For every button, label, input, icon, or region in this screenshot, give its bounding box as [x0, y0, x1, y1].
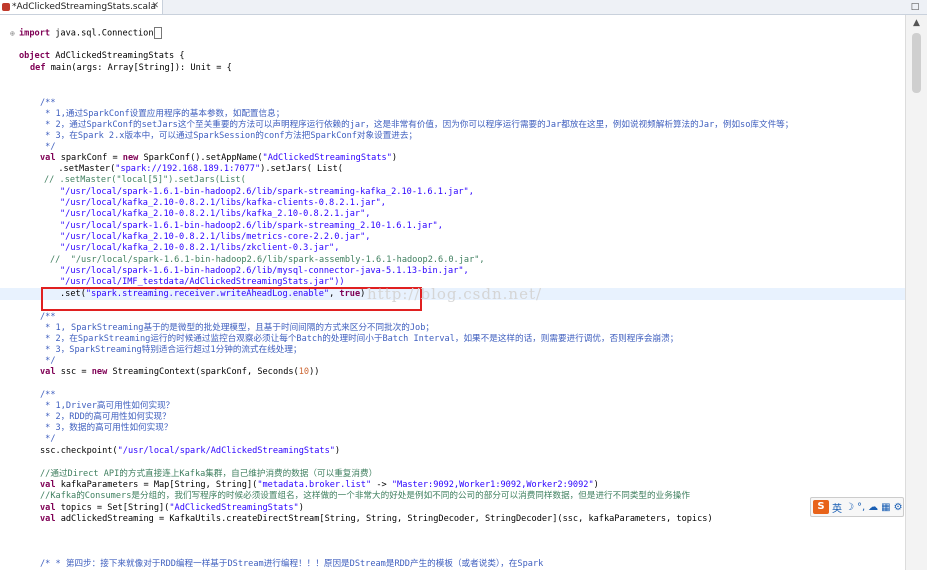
close-icon[interactable]: ✕	[151, 1, 159, 11]
keyword: val	[40, 153, 56, 163]
code-text: )	[593, 480, 599, 490]
ime-logo-icon[interactable]: S	[813, 500, 829, 514]
ime-language-toggle[interactable]: 英	[832, 500, 842, 515]
keyword: object	[19, 51, 51, 61]
ime-moon-icon[interactable]: ☽	[845, 502, 854, 513]
ime-settings-icon[interactable]: ⚙	[894, 502, 903, 513]
line-comment: // .setMaster("local[5]").setJars(List(	[44, 175, 246, 185]
keyword: new	[91, 367, 108, 377]
doc-comment-close: */	[40, 434, 56, 444]
code-text: sparkConf =	[55, 153, 123, 163]
watermark: http://blog.csdn.net/	[367, 285, 543, 303]
scroll-thumb[interactable]	[912, 33, 921, 93]
code-text: .setMaster(	[48, 164, 116, 174]
code-text: ssc.checkpoint(	[40, 446, 118, 456]
ime-toolbar[interactable]: S 英 ☽ °, ☁ ▦ ⚙	[810, 497, 904, 517]
maximize-icon[interactable]: □	[909, 1, 921, 13]
ime-punctuation-icon[interactable]: °,	[857, 502, 865, 513]
keyword: import	[19, 28, 51, 39]
code-text: main(args: Array[String]): Unit = {	[45, 63, 232, 73]
code-line-def: def main(args: Array[String]): Unit = {	[30, 62, 232, 74]
doc-comment-line: * 3，数据的高可用性如何实现？	[40, 423, 173, 433]
code-text: topics = Set[String](	[55, 503, 170, 513]
code-line-ssc: val ssc = new StreamingContext(sparkConf…	[40, 366, 319, 378]
editor-tab-active[interactable]: *AdClickedStreamingStats.scala ✕	[0, 0, 163, 14]
string-literal: "/usr/local/spark/AdClickedStreamingStat…	[117, 446, 335, 456]
keyword: val	[40, 503, 56, 513]
string-literal: "AdClickedStreamingStats"	[262, 153, 392, 163]
editor-tab-bar: *AdClickedStreamingStats.scala ✕ □	[0, 0, 927, 15]
code-text: )	[298, 503, 304, 513]
code-line-import: import java.sql.Connection	[19, 27, 162, 39]
vertical-scrollbar[interactable]: ▲	[905, 15, 927, 570]
red-highlight-box	[41, 287, 422, 311]
string-literal: "metadata.broker.list"	[257, 480, 372, 490]
keyword: val	[40, 367, 56, 377]
code-text: ->	[371, 480, 392, 490]
fold-marker-icon[interactable]: ⊕	[10, 29, 15, 38]
keyword: val	[40, 480, 56, 490]
code-text: adClickedStreaming = KafkaUtils.createDi…	[55, 514, 713, 524]
doc-comment-line: * 3，SparkStreaming特别适合运行超过1分钟的流式在线处理；	[40, 345, 302, 355]
code-editor[interactable]: ⊕ import java.sql.Connection object AdCl…	[0, 15, 905, 570]
jar-path-line: "/usr/local/kafka_2.10-0.8.2.1/libs/kafk…	[60, 209, 371, 219]
scala-file-icon	[2, 3, 10, 11]
code-text: SparkConf().setAppName(	[138, 153, 263, 163]
code-text: AdClickedStreamingStats {	[50, 51, 185, 61]
keyword: val	[40, 514, 56, 524]
doc-comment-line: * 3，在Spark 2.x版本中，可以通过SparkSession的conf方…	[40, 131, 418, 141]
code-text: kafkaParameters = Map[String, String](	[55, 480, 258, 490]
ime-cloud-icon[interactable]: ☁	[868, 502, 878, 513]
scroll-up-icon[interactable]: ▲	[906, 15, 927, 31]
string-literal: "AdClickedStreamingStats"	[169, 503, 299, 513]
line-comment: //Kafka的Consumers是分组的，我们写程序的时候必须设置组名，这样做…	[40, 491, 690, 501]
keyword: new	[122, 153, 139, 163]
code-line-direct-stream: val adClickedStreaming = KafkaUtils.crea…	[40, 513, 713, 525]
code-line-checkpoint: ssc.checkpoint("/usr/local/spark/AdClick…	[40, 445, 340, 457]
string-literal: "spark://192.168.189.1:7077"	[115, 164, 261, 174]
code-text: java.sql.Connection	[50, 28, 154, 39]
tab-title: *AdClickedStreamingStats.scala	[12, 2, 157, 12]
code-text: )	[334, 446, 341, 456]
code-text: ).setJars( List(	[260, 164, 343, 174]
string-literal: "Master:9092,Worker1:9092,Worker2:9092"	[391, 480, 594, 490]
ime-keyboard-icon[interactable]: ▦	[881, 502, 890, 513]
code-text: )	[391, 153, 398, 163]
code-text: ssc =	[55, 367, 92, 377]
jar-path-line: "/usr/local/kafka_2.10-0.8.2.1/libs/zkcl…	[60, 243, 340, 253]
text-cursor-marker	[153, 27, 162, 39]
code-text: ))	[309, 367, 320, 377]
keyword: def	[30, 63, 46, 73]
number-literal: 10	[298, 367, 310, 377]
code-text: StreamingContext(sparkConf, Seconds(	[107, 367, 299, 377]
doc-comment-line: /* * 第四步：接下来就像对于RDD编程一样基于DStream进行编程！！！原…	[40, 559, 544, 569]
code-line-object: object AdClickedStreamingStats {	[19, 50, 185, 62]
